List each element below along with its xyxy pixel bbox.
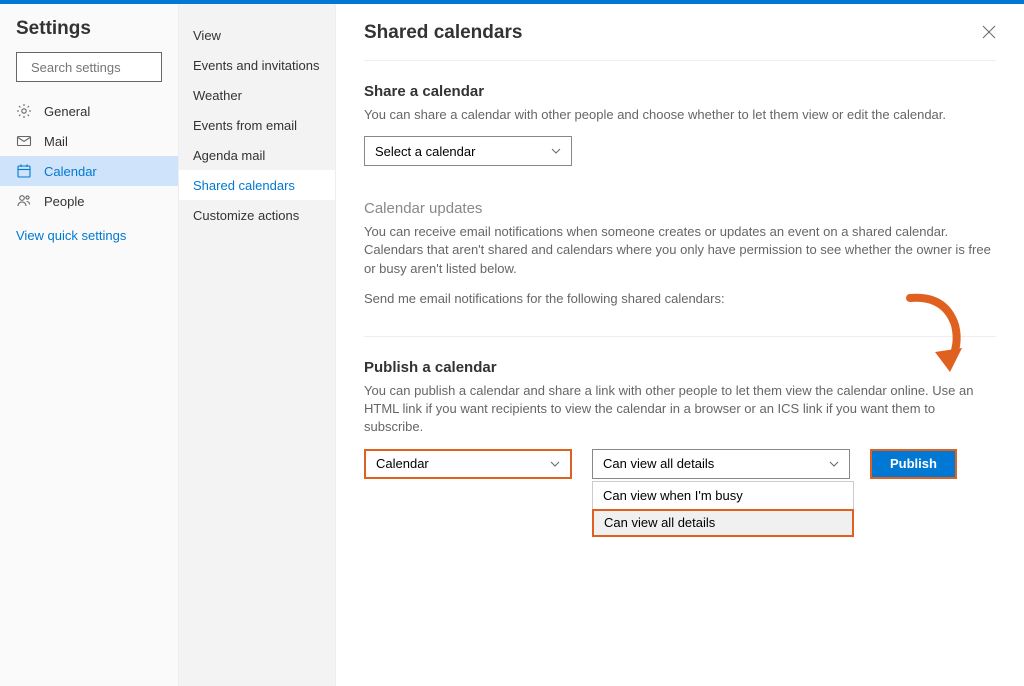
gear-icon — [16, 103, 32, 119]
arrow-icon — [900, 290, 968, 380]
main-title: Shared calendars — [364, 22, 522, 44]
subnav-events-invitations[interactable]: Events and invitations — [179, 50, 335, 80]
updates-desc: You can receive email notifications when… — [364, 223, 996, 278]
publish-desc: You can publish a calendar and share a l… — [364, 382, 996, 437]
view-quick-settings-link[interactable]: View quick settings — [0, 216, 178, 255]
settings-sidebar: Settings General Mail Calendar People Vi… — [0, 4, 178, 686]
share-desc: You can share a calendar with other peop… — [364, 106, 996, 124]
subnav-customize-actions[interactable]: Customize actions — [179, 200, 335, 230]
publish-calendar-dropdown[interactable]: Calendar — [364, 449, 572, 479]
subnav-weather[interactable]: Weather — [179, 80, 335, 110]
chevron-down-icon — [829, 459, 839, 469]
publish-permission-dropdown[interactable]: Can view all details — [592, 449, 850, 479]
nav-mail[interactable]: Mail — [0, 126, 178, 156]
subnav-events-from-email[interactable]: Events from email — [179, 110, 335, 140]
search-settings[interactable] — [16, 52, 162, 82]
permission-dropdown-list: Can view when I'm busy Can view all deta… — [592, 481, 854, 537]
close-button[interactable] — [982, 23, 996, 44]
calendar-subnav: View Events and invitations Weather Even… — [178, 4, 336, 686]
calendar-icon — [16, 163, 32, 179]
nav-general[interactable]: General — [0, 96, 178, 126]
permission-option-busy[interactable]: Can view when I'm busy — [593, 482, 853, 510]
nav-people[interactable]: People — [0, 186, 178, 216]
publish-button[interactable]: Publish — [870, 449, 957, 479]
share-title: Share a calendar — [364, 83, 996, 100]
mail-icon — [16, 133, 32, 149]
annotation-arrow — [900, 290, 968, 380]
updates-title: Calendar updates — [364, 200, 996, 217]
chevron-down-icon — [550, 459, 560, 469]
people-icon — [16, 193, 32, 209]
page-title: Settings — [0, 14, 178, 52]
nav-calendar[interactable]: Calendar — [0, 156, 178, 186]
main-panel: Shared calendars Share a calendar You ca… — [336, 4, 1024, 686]
subnav-shared-calendars[interactable]: Shared calendars — [179, 170, 335, 200]
select-calendar-dropdown[interactable]: Select a calendar — [364, 136, 572, 166]
permission-option-all-details[interactable]: Can view all details — [592, 509, 854, 537]
subnav-agenda-mail[interactable]: Agenda mail — [179, 140, 335, 170]
close-icon — [982, 25, 996, 39]
subnav-view[interactable]: View — [179, 20, 335, 50]
chevron-down-icon — [551, 146, 561, 156]
